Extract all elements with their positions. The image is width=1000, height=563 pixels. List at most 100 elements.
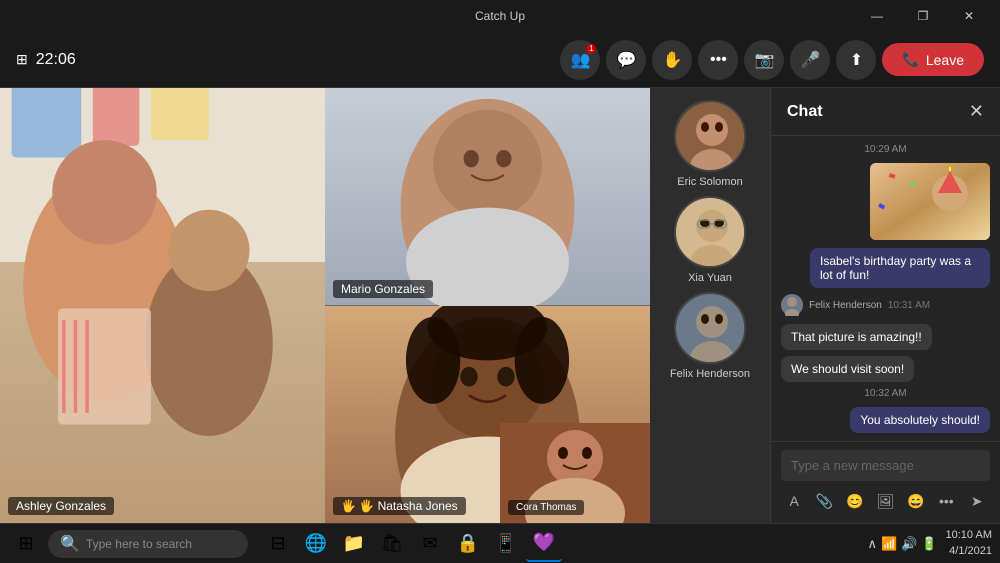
taskbar-search[interactable]: 🔍 Type here to search	[48, 530, 248, 558]
msg-bubble-should: You absolutely should!	[850, 407, 990, 433]
felix-msg-avatar	[781, 294, 803, 316]
file-explorer-button[interactable]: 📁	[336, 526, 372, 562]
more-button[interactable]: •••	[698, 40, 738, 80]
mario-video	[325, 88, 650, 306]
chat-input[interactable]	[781, 450, 990, 481]
more-tools-button[interactable]: •••	[933, 487, 959, 515]
participants-button[interactable]: 👥 1	[560, 40, 600, 80]
felix-sender-name: Felix Henderson	[809, 300, 882, 311]
felix-sender-row: Felix Henderson 10:31 AM	[781, 294, 990, 316]
restore-button[interactable]: ❐	[900, 0, 946, 32]
chat-toolbar: A 📎 😊 🖼 😄 ••• ➤	[781, 487, 990, 515]
system-icons: ∧ 📶 🔊 🔋	[867, 536, 937, 552]
edge-button[interactable]: 🌐	[298, 526, 334, 562]
felix-sender-time: 10:31 AM	[888, 300, 930, 311]
chat-header: Chat ✕	[771, 88, 1000, 136]
grid-icon[interactable]: ⊞	[16, 51, 28, 68]
search-placeholder: Type here to search	[86, 537, 192, 551]
ashley-video	[0, 88, 325, 523]
chat-title: Chat	[787, 103, 823, 121]
search-icon: 🔍	[60, 534, 80, 554]
battery-icon[interactable]: 🔋	[921, 536, 937, 552]
msg-should: You absolutely should!	[781, 407, 990, 433]
chat-input-area: A 📎 😊 🖼 😄 ••• ➤	[771, 441, 1000, 523]
video-grid: Ashley Gonzales	[0, 88, 650, 523]
chat-messages: 10:29 AM	[771, 136, 1000, 441]
chat-icon: 💬	[616, 50, 636, 70]
msg-birthday: Isabel's birthday party was a lot of fun…	[781, 248, 990, 288]
chevron-icon[interactable]: ∧	[867, 536, 877, 552]
hand-icon: ✋	[662, 50, 682, 70]
ashley-name-tag: Ashley Gonzales	[8, 497, 114, 515]
start-button[interactable]: ⊞	[8, 526, 44, 562]
chat-panel: Chat ✕ 10:29 AM	[770, 88, 1000, 523]
chat-close-button[interactable]: ✕	[969, 101, 984, 122]
camera-icon: 📷	[754, 50, 774, 70]
video-cell-mario: Mario Gonzales	[325, 88, 650, 306]
taskbar-clock[interactable]: 10:10 AM 4/1/2021	[946, 528, 992, 559]
video-cell-cora: Cora Thomas	[500, 423, 650, 523]
titlebar-title: Catch Up	[475, 9, 525, 23]
raise-hand-button[interactable]: ✋	[652, 40, 692, 80]
msg-amazing: That picture is amazing!!	[781, 324, 990, 350]
mic-button[interactable]: 🎤	[790, 40, 830, 80]
close-button[interactable]: ✕	[946, 0, 992, 32]
send-button[interactable]: ➤	[964, 487, 990, 515]
xia-name: Xia Yuan	[688, 272, 732, 284]
eric-name: Eric Solomon	[677, 176, 742, 188]
network-icon[interactable]: 📶	[881, 536, 897, 552]
phone-icon: 📞	[902, 51, 919, 68]
msg-bubble-amazing: That picture is amazing!!	[781, 324, 932, 350]
taskbar: ⊞ 🔍 Type here to search ⊟ 🌐 📁 🛍 ✉ 🔒 📱 💜 …	[0, 523, 1000, 563]
participants-panel: Eric Solomon Xia Yuan	[650, 88, 770, 523]
call-timer: 22:06	[36, 51, 76, 69]
minimize-button[interactable]: —	[854, 0, 900, 32]
participant-felix: Felix Henderson	[658, 292, 762, 380]
participant-xia: Xia Yuan	[658, 196, 762, 284]
chat-button[interactable]: 💬	[606, 40, 646, 80]
mario-name-tag: Mario Gonzales	[333, 280, 433, 298]
security-button[interactable]: 🔒	[450, 526, 486, 562]
party-image	[870, 163, 990, 240]
mic-icon: 🎤	[800, 50, 820, 70]
emoji-button[interactable]: 😊	[842, 487, 868, 515]
timestamp-1032: 10:32 AM	[781, 388, 990, 399]
xia-avatar	[674, 196, 746, 268]
toolbar-right: 👥 1 💬 ✋ ••• 📷 🎤 ⬆ 📞 Leave	[560, 40, 984, 80]
participants-badge: 1	[586, 44, 596, 54]
toolbar-left: ⊞ 22:06	[16, 51, 76, 69]
camera-button[interactable]: 📷	[744, 40, 784, 80]
format-button[interactable]: A	[781, 487, 807, 515]
volume-icon[interactable]: 🔊	[901, 536, 917, 552]
taskbar-icons: ⊟ 🌐 📁 🛍 ✉ 🔒 📱 💜	[260, 526, 562, 562]
video-cell-ashley: Ashley Gonzales	[0, 88, 325, 523]
felix-avatar	[674, 292, 746, 364]
gif-button[interactable]: 🖼	[872, 487, 898, 515]
msg-visit: We should visit soon!	[781, 356, 990, 382]
attach-button[interactable]: 📎	[811, 487, 837, 515]
participant-eric: Eric Solomon	[658, 100, 762, 188]
cora-name-tag: Cora Thomas	[508, 500, 584, 515]
share-icon: ⬆	[850, 50, 863, 70]
mail-button[interactable]: ✉	[412, 526, 448, 562]
phone-app-button[interactable]: 📱	[488, 526, 524, 562]
felix-name: Felix Henderson	[670, 368, 750, 380]
leave-label: Leave	[926, 52, 964, 68]
main-content: Ashley Gonzales	[0, 88, 1000, 523]
more-icon: •••	[710, 51, 727, 69]
teams-button[interactable]: 💜	[526, 526, 562, 562]
window-controls: — ❐ ✕	[854, 0, 992, 32]
leave-button[interactable]: 📞 Leave	[882, 43, 984, 76]
sticker-button[interactable]: 😄	[903, 487, 929, 515]
timestamp-1029: 10:29 AM	[781, 144, 990, 155]
taskbar-time: 10:10 AM	[946, 528, 992, 543]
title-bar: Catch Up — ❐ ✕	[0, 0, 1000, 32]
msg-bubble-visit: We should visit soon!	[781, 356, 914, 382]
share-button[interactable]: ⬆	[836, 40, 876, 80]
taskbar-right: ∧ 📶 🔊 🔋 10:10 AM 4/1/2021	[867, 528, 992, 559]
task-view-button[interactable]: ⊟	[260, 526, 296, 562]
msg-bubble-birthday: Isabel's birthday party was a lot of fun…	[810, 248, 990, 288]
eric-avatar	[674, 100, 746, 172]
store-button[interactable]: 🛍	[374, 526, 410, 562]
natasha-name-tag: 🖐 Natasha Jones	[333, 497, 466, 515]
